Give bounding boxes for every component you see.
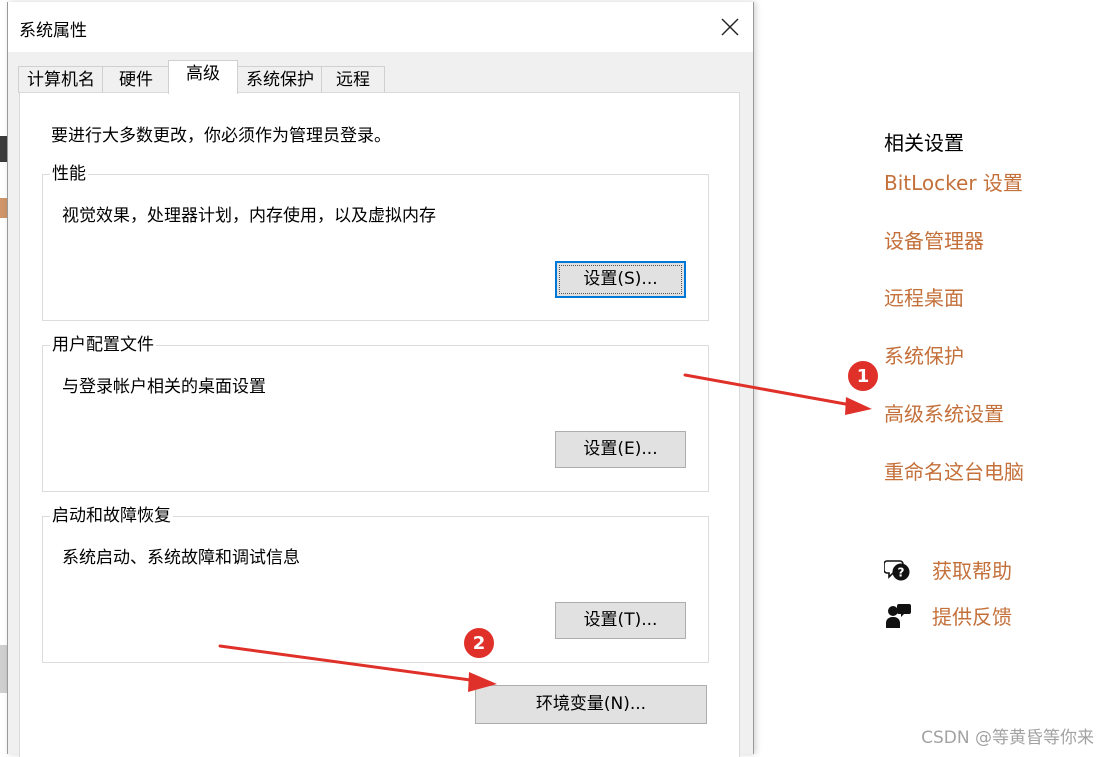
svg-text:?: ?: [898, 565, 905, 579]
annotation-arrowhead-1: [845, 397, 872, 415]
system-properties-dialog: 系统属性 计算机名 硬件 高级 系统保护 远程 要进行大多数更改，你必须作为管理…: [7, 2, 754, 757]
startup-recovery-settings-button[interactable]: 设置(T)...: [555, 602, 686, 639]
help-chat-icon: ?: [884, 559, 910, 580]
related-settings-heading: 相关设置: [884, 131, 964, 155]
tab-computer-name[interactable]: 计算机名: [18, 66, 104, 93]
get-help-link[interactable]: ? 获取帮助: [884, 555, 1012, 584]
user-profiles-description: 与登录帐户相关的桌面设置: [62, 377, 266, 397]
dialog-titlebar[interactable]: 系统属性: [8, 2, 753, 52]
link-device-manager[interactable]: 设备管理器: [884, 225, 984, 254]
annotation-badge-1: 1: [848, 361, 878, 391]
environment-variables-button[interactable]: 环境变量(N)...: [475, 685, 707, 724]
tab-advanced[interactable]: 高级: [168, 60, 238, 94]
give-feedback-link[interactable]: 提供反馈: [884, 601, 1012, 630]
link-bitlocker-settings[interactable]: BitLocker 设置: [884, 167, 1023, 196]
user-profiles-label: 用户配置文件: [50, 335, 156, 355]
close-icon: [721, 18, 739, 36]
link-rename-pc[interactable]: 重命名这台电脑: [884, 456, 1024, 485]
background-fragment: [0, 136, 7, 162]
background-fragment: [0, 645, 7, 693]
startup-recovery-group: 启动和故障恢复 系统启动、系统故障和调试信息 设置(T)...: [42, 506, 709, 663]
dialog-title: 系统属性: [19, 21, 87, 41]
startup-recovery-description: 系统启动、系统故障和调试信息: [62, 548, 300, 568]
performance-settings-button[interactable]: 设置(S)...: [555, 261, 686, 298]
user-profiles-group: 用户配置文件 与登录帐户相关的桌面设置 设置(E)...: [42, 335, 709, 492]
get-help-label: 获取帮助: [932, 559, 1012, 583]
tab-hardware[interactable]: 硬件: [102, 66, 170, 93]
link-advanced-system-settings[interactable]: 高级系统设置: [884, 398, 1004, 427]
link-system-protection[interactable]: 系统保护: [884, 340, 964, 369]
close-button[interactable]: [707, 2, 753, 52]
performance-label: 性能: [50, 164, 88, 184]
watermark: CSDN @等黄昏等你来: [921, 728, 1094, 748]
performance-description: 视觉效果，处理器计划，内存使用，以及虚拟内存: [62, 206, 436, 226]
link-remote-desktop[interactable]: 远程桌面: [884, 282, 964, 311]
give-feedback-label: 提供反馈: [932, 605, 1012, 629]
feedback-person-icon: [886, 603, 911, 628]
tab-system-protection[interactable]: 系统保护: [237, 66, 323, 93]
tab-remote[interactable]: 远程: [321, 66, 385, 93]
performance-group: 性能 视觉效果，处理器计划，内存使用，以及虚拟内存 设置(S)...: [42, 164, 709, 321]
startup-recovery-label: 启动和故障恢复: [50, 506, 173, 526]
annotation-badge-2: 2: [464, 628, 494, 658]
user-profiles-settings-button[interactable]: 设置(E)...: [555, 431, 686, 468]
advanced-tab-panel: 要进行大多数更改，你必须作为管理员登录。 性能 视觉效果，处理器计划，内存使用，…: [19, 92, 740, 757]
admin-notice: 要进行大多数更改，你必须作为管理员登录。: [51, 126, 391, 146]
background-fragment: [0, 198, 7, 218]
